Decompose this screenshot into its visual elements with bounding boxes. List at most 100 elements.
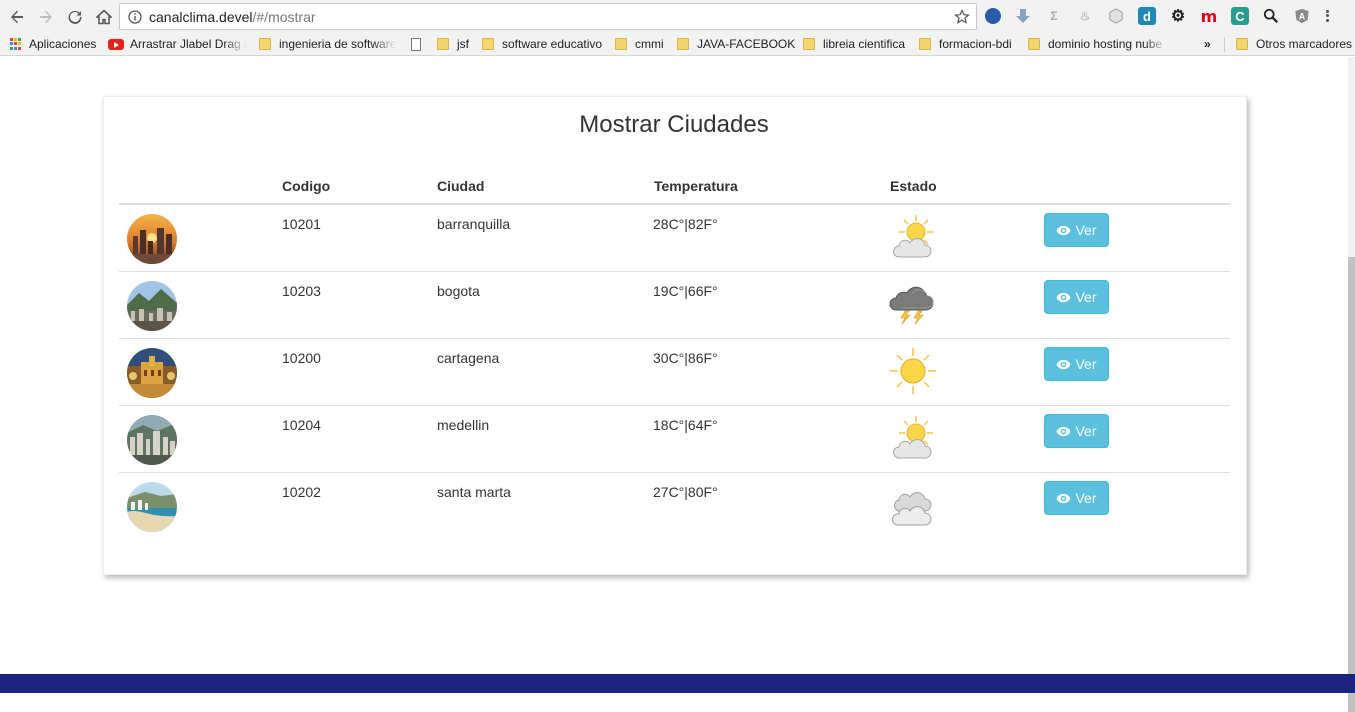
cities-table: Codigo Ciudad Temperatura Estado 10201 b… xyxy=(119,176,1230,540)
reload-button[interactable] xyxy=(62,4,88,30)
folder-icon xyxy=(259,38,271,50)
scrollbar-thumb[interactable] xyxy=(1348,257,1355,712)
eye-icon xyxy=(1056,225,1072,235)
extension-m-icon[interactable]: m xyxy=(1200,7,1218,26)
folder-icon xyxy=(615,38,627,50)
table-header: Codigo Ciudad Temperatura Estado xyxy=(119,176,1230,205)
bookmark-label: JAVA-FACEBOOK xyxy=(697,37,796,51)
bookmark-youtube[interactable]: Arrastrar Jlabel Drag a xyxy=(108,34,247,54)
ver-button-label: Ver xyxy=(1075,356,1097,372)
folder-icon xyxy=(1028,38,1040,50)
bookmarks-divider xyxy=(1224,37,1225,52)
ver-button[interactable]: Ver xyxy=(1044,213,1109,247)
svg-text:A: A xyxy=(1299,12,1306,22)
bookmarks-overflow-button[interactable]: » xyxy=(1204,34,1211,54)
bookmark-label: software educativo xyxy=(502,37,603,51)
cell-codigo: 10202 xyxy=(282,484,321,500)
extension-c-icon[interactable]: C xyxy=(1231,7,1249,25)
ver-button-label: Ver xyxy=(1075,222,1097,238)
bookmark-libreia-cientifica[interactable]: libreia cientifica xyxy=(803,34,905,54)
thunderstorm-icon xyxy=(889,286,934,325)
table-row: 10201 barranquilla 28C°|82F° Ver xyxy=(119,205,1230,272)
bookmark-otros-marcadores[interactable]: Otros marcadores xyxy=(1236,34,1352,54)
partly-cloudy-icon xyxy=(893,416,933,459)
page-footer xyxy=(0,674,1355,693)
extension-java-icon[interactable]: ♨ xyxy=(1076,7,1094,25)
cell-codigo: 10204 xyxy=(282,417,321,433)
back-arrow-icon xyxy=(11,10,23,23)
bookmark-page[interactable] xyxy=(411,34,429,54)
ver-button-label: Ver xyxy=(1075,423,1097,439)
ver-button-label: Ver xyxy=(1075,490,1097,506)
reload-icon xyxy=(68,10,82,24)
extension-globe-icon[interactable] xyxy=(985,8,1001,24)
bookmark-formacion-bdi[interactable]: formacion-bdi xyxy=(919,34,1012,54)
cell-codigo: 10200 xyxy=(282,350,321,366)
search-icon[interactable] xyxy=(1262,7,1280,25)
bookmark-label: Otros marcadores xyxy=(1256,37,1353,51)
ver-button[interactable]: Ver xyxy=(1044,280,1109,314)
ver-button[interactable]: Ver xyxy=(1044,347,1109,381)
back-button[interactable] xyxy=(4,4,30,30)
extension-d-icon[interactable]: d xyxy=(1138,7,1156,25)
page-title: Mostrar Ciudades xyxy=(579,111,769,138)
cell-temperatura: 28C°|82F° xyxy=(653,216,718,232)
bookmark-java-facebook[interactable]: JAVA-FACEBOOK xyxy=(677,34,795,54)
bookmark-aplicaciones[interactable]: Aplicaciones xyxy=(10,34,96,54)
ver-button[interactable]: Ver xyxy=(1044,414,1109,448)
home-icon xyxy=(96,8,112,24)
url-host: canalclima.devel xyxy=(149,8,253,25)
header-ciudad: Ciudad xyxy=(437,178,485,194)
eye-icon xyxy=(1056,292,1072,302)
city-photo-medellin xyxy=(127,415,177,465)
address-bar[interactable]: canalclima.devel/#/mostrar xyxy=(119,3,977,30)
page-icon xyxy=(411,37,421,51)
extension-angular-icon[interactable]: A xyxy=(1293,7,1311,25)
cell-temperatura: 30C°|86F° xyxy=(653,350,718,366)
cell-temperatura: 27C°|80F° xyxy=(653,484,718,500)
youtube-icon xyxy=(108,38,124,50)
cell-temperatura: 19C°|66F° xyxy=(653,283,718,299)
bookmark-dominio-hosting[interactable]: dominio hosting nube xyxy=(1028,34,1168,54)
ver-button[interactable]: Ver xyxy=(1044,481,1109,515)
bookmark-ingenieria[interactable]: ingenieria de software xyxy=(259,34,396,54)
cell-temperatura: 18C°|64F° xyxy=(653,417,718,433)
info-icon[interactable] xyxy=(128,9,142,24)
folder-icon xyxy=(1236,38,1248,50)
header-codigo: Codigo xyxy=(282,178,331,194)
city-photo-santa-marta xyxy=(127,482,177,532)
cell-ciudad: medellin xyxy=(437,417,490,433)
extension-sort-icon[interactable]: Σ xyxy=(1045,7,1063,25)
bookmark-software-educativo[interactable]: software educativo xyxy=(482,34,602,54)
bookmark-jsf[interactable]: jsf xyxy=(437,34,469,54)
cell-ciudad: santa marta xyxy=(437,484,511,500)
overflow-chevron-icon: » xyxy=(1204,37,1211,51)
extension-cube-icon[interactable] xyxy=(1107,7,1125,25)
table-row: 10203 bogota 19C°|66F° Ver xyxy=(119,272,1230,339)
header-temperatura: Temperatura xyxy=(654,178,738,194)
bookmark-label: Aplicaciones xyxy=(29,37,97,51)
folder-icon xyxy=(482,38,494,50)
sunny-icon xyxy=(890,348,936,394)
table-row: 10204 medellin 18C°|64F° Ver xyxy=(119,406,1230,473)
cell-ciudad: bogota xyxy=(437,283,480,299)
download-arrow-icon[interactable] xyxy=(1014,7,1032,25)
cell-codigo: 10201 xyxy=(282,216,321,232)
cell-ciudad: cartagena xyxy=(437,350,500,366)
bookmark-label: dominio hosting nube xyxy=(1048,37,1163,51)
cloudy-icon xyxy=(891,492,932,526)
forward-button[interactable] xyxy=(33,4,59,30)
bookmark-cmmi[interactable]: cmmi xyxy=(615,34,664,54)
bookmark-star-icon[interactable] xyxy=(954,9,970,25)
bookmark-label: formacion-bdi xyxy=(939,37,1012,51)
gear-icon[interactable]: ⚙ xyxy=(1169,7,1187,25)
menu-dots-icon[interactable] xyxy=(1324,9,1330,23)
cities-panel: Mostrar Ciudades Codigo Ciudad Temperatu… xyxy=(103,96,1247,575)
bookmark-label: ingenieria de software xyxy=(279,37,396,51)
cell-ciudad: barranquilla xyxy=(437,216,511,232)
eye-icon xyxy=(1056,426,1072,436)
bookmarks-bar: Aplicaciones Arrastrar Jlabel Drag a ing… xyxy=(0,33,1355,56)
folder-icon xyxy=(803,38,815,50)
home-button[interactable] xyxy=(91,4,117,30)
page-scrollbar[interactable] xyxy=(1348,57,1355,712)
